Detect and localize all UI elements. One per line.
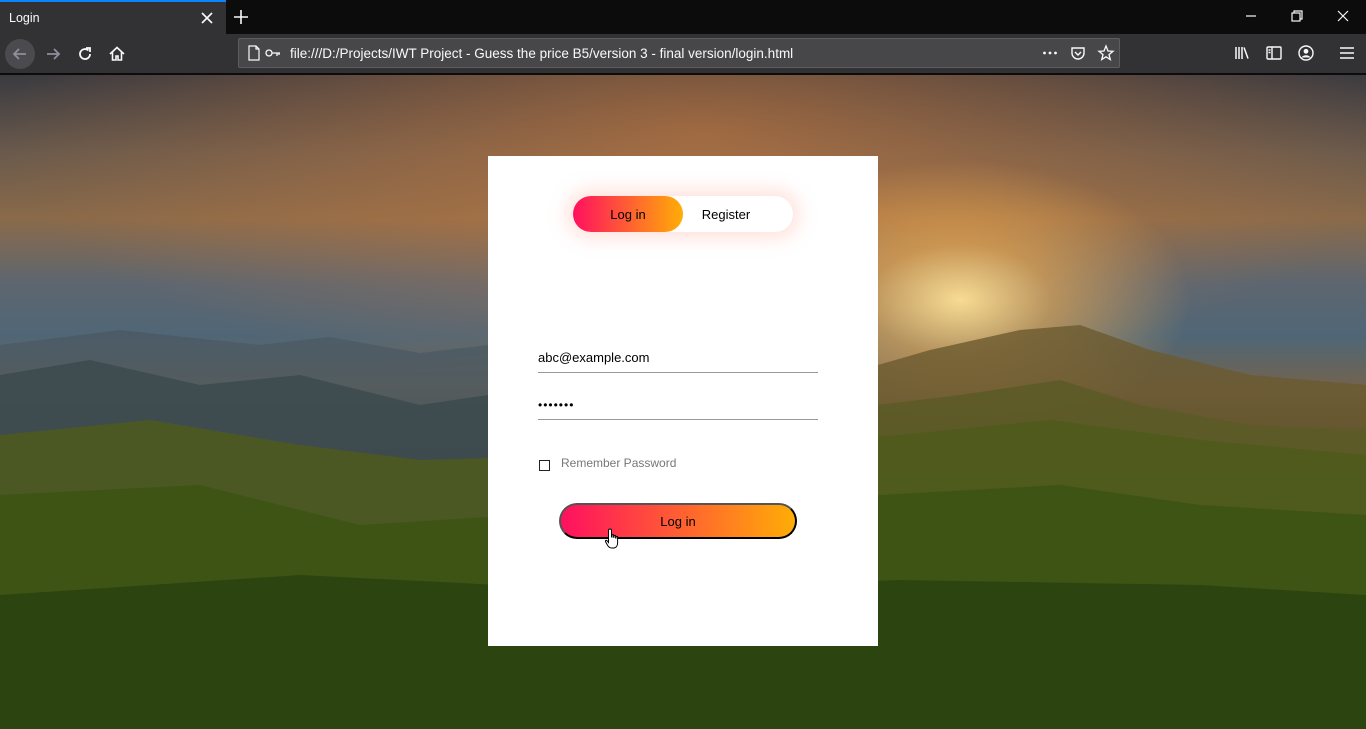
tab-register-toggle[interactable]: Register (671, 196, 781, 232)
page-icon (248, 45, 260, 61)
remember-password-row: Remember Password (538, 456, 798, 476)
account-icon[interactable] (1296, 43, 1316, 63)
hand-pointer-cursor-icon (604, 528, 619, 549)
tab-title: Login (9, 11, 40, 25)
library-icon[interactable] (1232, 43, 1252, 63)
tab-close-icon[interactable] (198, 9, 216, 27)
tab-login[interactable]: Login (0, 0, 226, 34)
key-icon (265, 49, 280, 57)
forward-arrow-icon (47, 48, 61, 60)
page-viewport: Log in Register abc@example.com ••••••• … (0, 75, 1366, 729)
reload-icon (79, 47, 91, 60)
home-icon (109, 46, 125, 61)
remember-password-checkbox[interactable] (539, 460, 550, 471)
close-window-icon[interactable] (1332, 5, 1354, 27)
url-text: file:///D:/Projects/IWT Project - Guess … (290, 46, 794, 61)
login-card: Log in Register abc@example.com ••••••• … (488, 156, 878, 646)
sidebar-icon[interactable] (1264, 43, 1284, 63)
back-arrow-icon (12, 48, 26, 60)
home-button[interactable] (102, 39, 132, 69)
login-submit-button[interactable]: Log in (559, 503, 797, 539)
remember-password-label: Remember Password (561, 456, 677, 470)
minimize-icon[interactable] (1240, 5, 1262, 27)
tab-login-toggle[interactable]: Log in (573, 196, 683, 232)
email-value: abc@example.com (538, 350, 650, 365)
password-field[interactable]: ••••••• (538, 390, 818, 420)
tab-strip: Login (0, 0, 1366, 34)
email-field[interactable]: abc@example.com (538, 343, 818, 373)
reload-button[interactable] (70, 39, 100, 69)
hamburger-menu-icon[interactable] (1337, 43, 1357, 63)
navigation-toolbar: file:///D:/Projects/IWT Project - Guess … (0, 34, 1366, 74)
pocket-icon[interactable] (1069, 44, 1087, 62)
new-tab-plus-icon[interactable] (230, 6, 252, 28)
restore-icon[interactable] (1286, 5, 1308, 27)
password-value: ••••••• (538, 398, 575, 412)
forward-button[interactable] (38, 39, 68, 69)
more-dots-icon[interactable] (1041, 44, 1059, 62)
back-button[interactable] (5, 39, 35, 69)
star-icon[interactable] (1097, 44, 1115, 62)
url-bar[interactable]: file:///D:/Projects/IWT Project - Guess … (238, 38, 1120, 68)
login-register-toggle: Log in Register (573, 196, 793, 232)
